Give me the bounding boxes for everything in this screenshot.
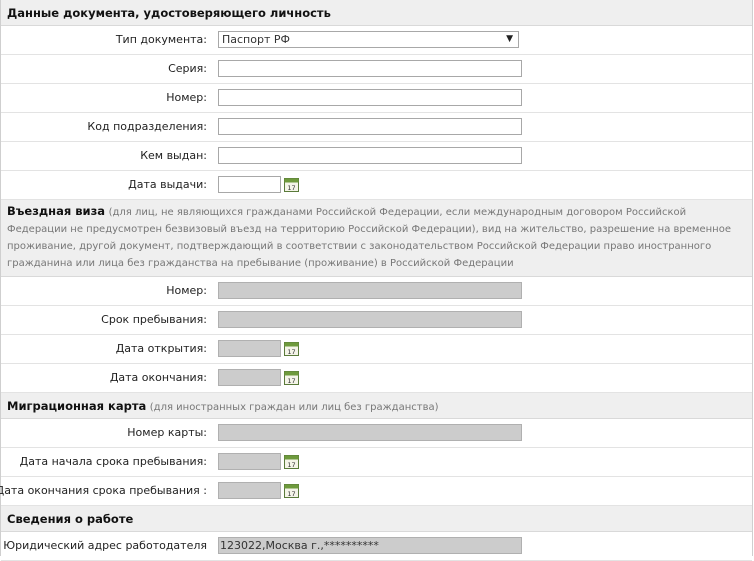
calendar-icon[interactable]: 17 (284, 177, 299, 192)
division-code-input[interactable] (218, 118, 522, 135)
row-doc-type: Тип документа: Паспорт РФ ▼ (1, 26, 752, 55)
division-code-label: Код подразделения: (87, 120, 207, 133)
section-title: Въездная виза (7, 204, 106, 218)
row-visa-number: Номер: (1, 277, 752, 306)
calendar-icon[interactable]: 17 (284, 454, 299, 469)
stay-start-input[interactable] (218, 453, 281, 470)
calendar-icon[interactable]: 17 (284, 370, 299, 385)
section-title: Миграционная карта (7, 399, 147, 413)
section-title: Данные документа, удостоверяющего личнос… (7, 6, 331, 20)
doc-type-select[interactable]: Паспорт РФ ▼ (218, 31, 519, 48)
svg-text:17: 17 (287, 461, 295, 469)
visa-number-label: Номер: (166, 284, 207, 297)
issued-by-input[interactable] (218, 147, 522, 164)
row-visa-open-date: Дата открытия: 17 (1, 335, 752, 364)
card-number-label: Номер карты: (127, 426, 207, 439)
employer-address-input[interactable]: 123022,Москва г.,********** (218, 537, 522, 554)
visa-end-date-input[interactable] (218, 369, 281, 386)
row-issued-by: Кем выдан: (1, 142, 752, 171)
calendar-icon[interactable]: 17 (284, 483, 299, 498)
dropdown-arrow-icon: ▼ (506, 34, 513, 44)
row-visa-stay: Срок пребывания: (1, 306, 752, 335)
section-title: Сведения о работе (7, 512, 134, 526)
stay-end-input[interactable] (218, 482, 281, 499)
row-card-number: Номер карты: (1, 419, 752, 448)
row-series: Серия: (1, 55, 752, 84)
doc-type-value: Паспорт РФ (222, 33, 290, 46)
visa-open-date-input[interactable] (218, 340, 281, 357)
series-label: Серия: (168, 62, 207, 75)
number-input[interactable] (218, 89, 522, 106)
section-identity-document: Данные документа, удостоверяющего личнос… (1, 0, 752, 26)
row-visa-end-date: Дата окончания: 17 (1, 364, 752, 393)
stay-start-label: Дата начала срока пребывания: (19, 455, 207, 468)
row-number: Номер: (1, 84, 752, 113)
stay-end-label: Дата окончания срока пребывания : (0, 484, 207, 497)
section-note: (для лиц, не являющихся гражданами Росси… (7, 207, 731, 269)
row-division-code: Код подразделения: (1, 113, 752, 142)
doc-type-label: Тип документа: (115, 33, 207, 46)
section-migration-card: Миграционная карта (для иностранных граж… (1, 393, 752, 419)
visa-number-input[interactable] (218, 282, 522, 299)
section-entry-visa: Въездная виза (для лиц, не являющихся гр… (1, 200, 752, 277)
row-issue-date: Дата выдачи: 17 (1, 171, 752, 200)
svg-text:17: 17 (287, 490, 295, 498)
visa-stay-label: Срок пребывания: (101, 313, 207, 326)
row-stay-start: Дата начала срока пребывания: 17 (1, 448, 752, 477)
form: Данные документа, удостоверяющего личнос… (0, 0, 753, 561)
issued-by-label: Кем выдан: (140, 149, 207, 162)
issue-date-input[interactable] (218, 176, 281, 193)
visa-stay-input[interactable] (218, 311, 522, 328)
section-work-info: Сведения о работе (1, 506, 752, 532)
series-input[interactable] (218, 60, 522, 77)
number-label: Номер: (166, 91, 207, 104)
row-employer-address: Юридический адрес работодателя 123022,Мо… (1, 532, 752, 561)
employer-address-value: 123022,Москва г.,********** (220, 539, 379, 552)
row-stay-end: Дата окончания срока пребывания : 17 (0, 477, 752, 506)
svg-text:17: 17 (287, 184, 295, 192)
issue-date-label: Дата выдачи: (128, 178, 207, 191)
section-note: (для иностранных граждан или лиц без гра… (149, 402, 439, 413)
card-number-input[interactable] (218, 424, 522, 441)
calendar-icon[interactable]: 17 (284, 341, 299, 356)
visa-end-date-label: Дата окончания: (109, 371, 207, 384)
svg-text:17: 17 (287, 377, 295, 385)
svg-text:17: 17 (287, 348, 295, 356)
visa-open-date-label: Дата открытия: (115, 342, 207, 355)
